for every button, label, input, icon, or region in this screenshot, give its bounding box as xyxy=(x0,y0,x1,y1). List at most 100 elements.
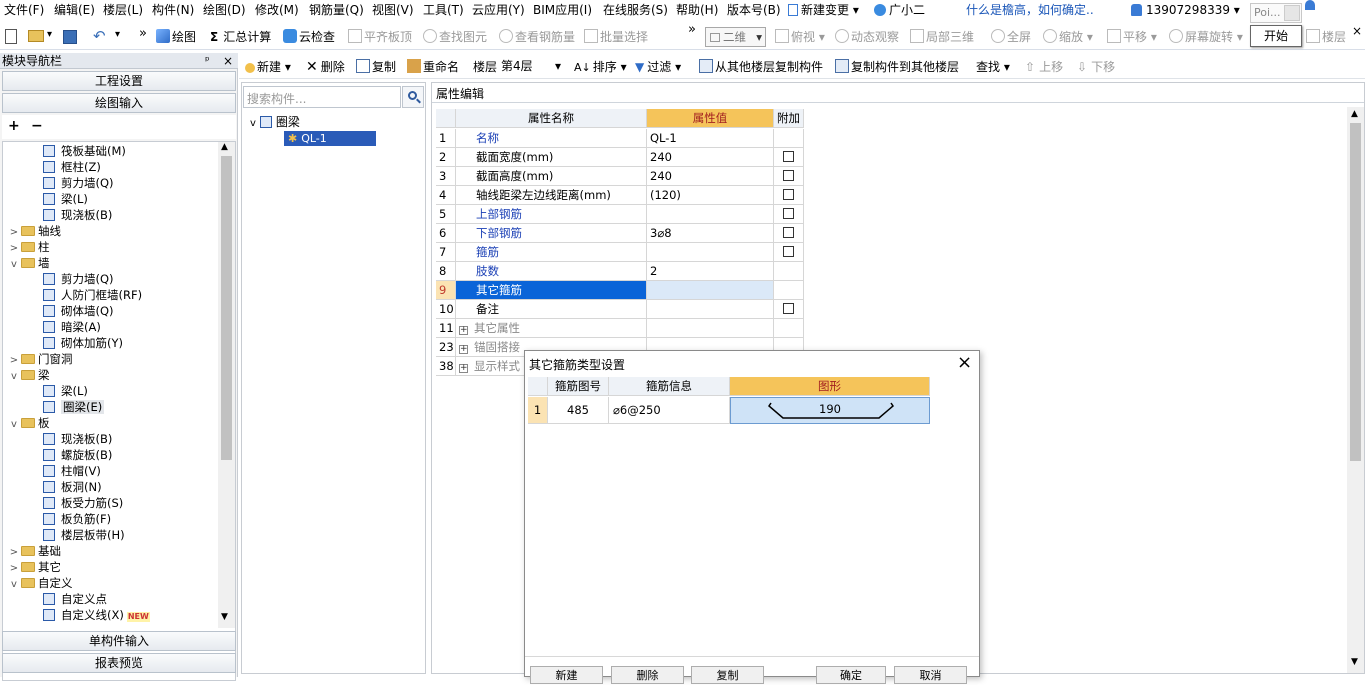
nav-tree-item[interactable]: 框柱(Z) xyxy=(43,159,101,175)
single-input-button[interactable]: 单构件输入 xyxy=(2,631,236,651)
property-name-cell[interactable]: 截面宽度(mm) xyxy=(456,148,647,167)
property-value-cell[interactable]: QL-1 xyxy=(647,129,774,148)
attach-checkbox[interactable] xyxy=(783,303,794,314)
menu-cloud[interactable]: 云应用(Y) xyxy=(472,0,525,20)
property-value-cell[interactable]: 240 xyxy=(647,148,774,167)
fullscreen-button[interactable]: 全屏 xyxy=(991,29,1031,45)
move-up-button[interactable]: ⇧ 上移 xyxy=(1025,59,1063,75)
dialog-new-button[interactable]: 新建 xyxy=(530,666,603,684)
pan-button[interactable]: 平移 ▾ xyxy=(1107,29,1157,45)
nav-tree-item[interactable]: 砌体加筋(Y) xyxy=(43,335,123,351)
nav-tree-item[interactable]: 剪力墙(Q) xyxy=(43,271,114,287)
floor-button[interactable]: 楼层 xyxy=(1306,29,1346,45)
filter-button[interactable]: ▼ 过滤 ▾ xyxy=(635,59,681,75)
attach-checkbox[interactable] xyxy=(783,151,794,162)
nav-tree-item[interactable]: v板 xyxy=(9,415,49,433)
menu-floor[interactable]: 楼层(L) xyxy=(103,0,143,20)
nav-tree-item[interactable]: 暗梁(A) xyxy=(43,319,101,335)
help-link[interactable]: 什么是檐高，如何确定.. xyxy=(966,0,1094,20)
menu-file[interactable]: 文件(F) xyxy=(4,0,44,20)
collapse-all-icon[interactable]: − xyxy=(31,118,43,134)
local-3d-button[interactable]: 局部三维 xyxy=(910,29,974,45)
chevron-down-icon[interactable]: v xyxy=(9,417,19,433)
find-button[interactable]: 查找 ▾ xyxy=(976,59,1010,75)
nav-tree-item[interactable]: 板受力筋(S) xyxy=(43,495,123,511)
cloud-check-button[interactable]: 云检查 xyxy=(283,29,335,45)
nav-tree-item[interactable]: > 基础 xyxy=(9,543,61,559)
prop-scroll-down-icon[interactable]: ▼ xyxy=(1351,657,1358,667)
zoom-button[interactable]: 缩放 ▾ xyxy=(1043,29,1093,45)
stirrup-shape-cell[interactable]: 190 xyxy=(730,397,930,424)
undo-icon[interactable]: ↶ xyxy=(93,27,106,45)
rotate-button[interactable]: 屏幕旋转 ▾ xyxy=(1169,29,1243,45)
overflow-icon[interactable]: » xyxy=(139,26,147,41)
property-value-cell[interactable] xyxy=(647,300,774,319)
scroll-down-icon[interactable]: ▼ xyxy=(221,612,228,622)
attach-checkbox[interactable] xyxy=(783,170,794,181)
property-value-cell[interactable]: 2 xyxy=(647,262,774,281)
nav-tree-item[interactable]: 螺旋板(B) xyxy=(43,447,112,463)
property-value-cell[interactable]: (120) xyxy=(647,186,774,205)
nav-close-icon[interactable]: × xyxy=(223,53,233,69)
property-value-cell[interactable] xyxy=(647,281,774,300)
top-view-button[interactable]: 俯视 ▾ xyxy=(775,29,825,45)
dialog-delete-button[interactable]: 删除 xyxy=(611,666,684,684)
overflow-icon-2[interactable]: » xyxy=(688,22,696,37)
nav-scroll-thumb[interactable] xyxy=(221,156,232,460)
nav-tree-item[interactable]: 现浇板(B) xyxy=(43,207,112,223)
property-name-cell[interactable]: 备注 xyxy=(456,300,647,319)
copy-from-floor-button[interactable]: 从其他楼层复制构件 xyxy=(699,59,823,75)
nav-tree-item[interactable]: 柱帽(V) xyxy=(43,463,101,479)
property-name-cell[interactable]: 箍筋 xyxy=(456,243,647,262)
property-name-cell[interactable]: 名称 xyxy=(456,129,647,148)
start-button[interactable]: 开始 xyxy=(1250,25,1302,47)
align-top-button[interactable]: 平齐板顶 xyxy=(348,29,412,45)
menu-rebar[interactable]: 钢筋量(Q) xyxy=(309,0,364,20)
nav-tree-item[interactable]: > 门窗洞 xyxy=(9,351,73,367)
dialog-ok-button[interactable]: 确定 xyxy=(816,666,886,684)
nav-tree-item[interactable]: 剪力墙(Q) xyxy=(43,175,114,191)
property-value-cell[interactable]: 240 xyxy=(647,167,774,186)
save-icon[interactable] xyxy=(63,30,77,44)
sum-calc-button[interactable]: Σ 汇总计算 xyxy=(210,29,271,45)
sort-button[interactable]: A↓ 排序 ▾ xyxy=(574,59,627,76)
property-name-cell[interactable]: 下部钢筋 xyxy=(456,224,647,243)
open-dropdown-icon[interactable]: ▾ xyxy=(47,29,52,40)
nav-tree-item[interactable]: v墙 xyxy=(9,255,49,273)
move-down-button[interactable]: ⇩ 下移 xyxy=(1077,59,1115,75)
open-folder-icon[interactable] xyxy=(28,30,44,42)
prop-scroll-up-icon[interactable]: ▲ xyxy=(1351,109,1358,119)
guangxiaoer-button[interactable]: 广小二 xyxy=(874,0,925,20)
bell-icon[interactable] xyxy=(1305,0,1315,10)
prop-scroll-thumb[interactable] xyxy=(1350,123,1361,461)
nav-tree-item[interactable]: 自定义线(X) NEW xyxy=(43,607,150,623)
property-name-cell[interactable]: 上部钢筋 xyxy=(456,205,647,224)
menu-online[interactable]: 在线服务(S) xyxy=(603,0,668,20)
dyn-view-button[interactable]: 动态观察 xyxy=(835,29,899,45)
expand-group-icon[interactable]: + xyxy=(459,364,468,373)
nav-tree-item[interactable]: 板洞(N) xyxy=(43,479,102,495)
project-settings-button[interactable]: 工程设置 xyxy=(2,71,236,91)
scroll-up-icon[interactable]: ▲ xyxy=(221,142,228,152)
draw-button[interactable]: 绘图 xyxy=(156,29,196,45)
attach-checkbox[interactable] xyxy=(783,208,794,219)
batch-select-button[interactable]: 批量选择 xyxy=(584,29,648,45)
menu-edit[interactable]: 编辑(E) xyxy=(54,0,95,20)
attach-checkbox[interactable] xyxy=(783,246,794,257)
property-tab[interactable]: 属性编辑 xyxy=(436,85,484,102)
copy-to-floor-button[interactable]: 复制构件到其他楼层 xyxy=(835,59,959,75)
menu-tools[interactable]: 工具(T) xyxy=(423,0,464,20)
rename-button[interactable]: 重命名 xyxy=(407,59,459,75)
nav-scrollbar[interactable]: ▲ ▼ xyxy=(218,142,235,628)
nav-tree-item[interactable]: v 自定义 xyxy=(9,575,72,591)
chevron-down-icon[interactable]: v xyxy=(9,257,19,273)
component-item-ql1[interactable]: ✱ QL-1 xyxy=(284,131,376,146)
nav-tree-item[interactable]: 梁(L) xyxy=(43,383,88,399)
search-icon[interactable] xyxy=(402,86,424,108)
attach-checkbox[interactable] xyxy=(783,227,794,238)
menu-view[interactable]: 视图(V) xyxy=(372,0,414,20)
stirrup-code-cell[interactable]: 485 xyxy=(548,397,609,424)
menu-help[interactable]: 帮助(H) xyxy=(676,0,718,20)
dialog-cancel-button[interactable]: 取消 xyxy=(894,666,967,684)
nav-tree-item[interactable]: > 轴线 xyxy=(9,223,61,239)
